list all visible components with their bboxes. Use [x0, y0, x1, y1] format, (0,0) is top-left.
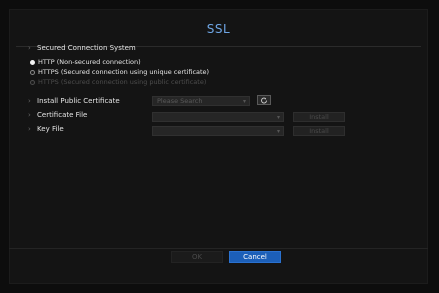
refresh-icon — [261, 97, 267, 103]
key-install-button[interactable]: Install — [293, 126, 345, 136]
dialog-title: SSL — [206, 22, 231, 36]
radio-unselected-icon[interactable] — [30, 69, 35, 75]
chevron-down-icon: ▾ — [242, 98, 246, 105]
radio-http[interactable]: HTTP (Non-secured connection) — [30, 58, 141, 66]
certificate-install-button[interactable]: Install — [293, 112, 345, 122]
radio-disabled-icon — [30, 79, 35, 85]
public-certificate-combo[interactable]: Please Search ▾ — [152, 96, 250, 106]
key-file-label: Key File — [28, 125, 64, 133]
certificate-file-combo[interactable]: ▾ — [152, 112, 284, 122]
key-file-combo[interactable]: ▾ — [152, 126, 284, 136]
radio-http-label: HTTP (Non-secured connection) — [38, 58, 141, 66]
radio-https-public: HTTPS (Secured connection using public c… — [30, 78, 206, 86]
chevron-down-icon: ▾ — [276, 114, 280, 121]
radio-https-unique[interactable]: HTTPS (Secured connection using unique c… — [30, 68, 209, 76]
refresh-button[interactable] — [257, 95, 271, 105]
footer-divider — [9, 248, 428, 249]
install-public-certificate-label: Install Public Certificate — [28, 97, 120, 105]
cancel-button[interactable]: Cancel — [229, 251, 281, 263]
public-certificate-combo-value: Please Search — [157, 97, 203, 105]
certificate-file-label: Certificate File — [28, 111, 87, 119]
radio-https-unique-label: HTTPS (Secured connection using unique c… — [38, 68, 210, 76]
radio-selected-icon[interactable] — [30, 59, 35, 65]
ok-button[interactable]: OK — [171, 251, 223, 263]
radio-https-public-label: HTTPS (Secured connection using public c… — [38, 78, 207, 86]
chevron-down-icon: ▾ — [276, 128, 280, 135]
secured-connection-label: Secured Connection System — [28, 44, 136, 52]
